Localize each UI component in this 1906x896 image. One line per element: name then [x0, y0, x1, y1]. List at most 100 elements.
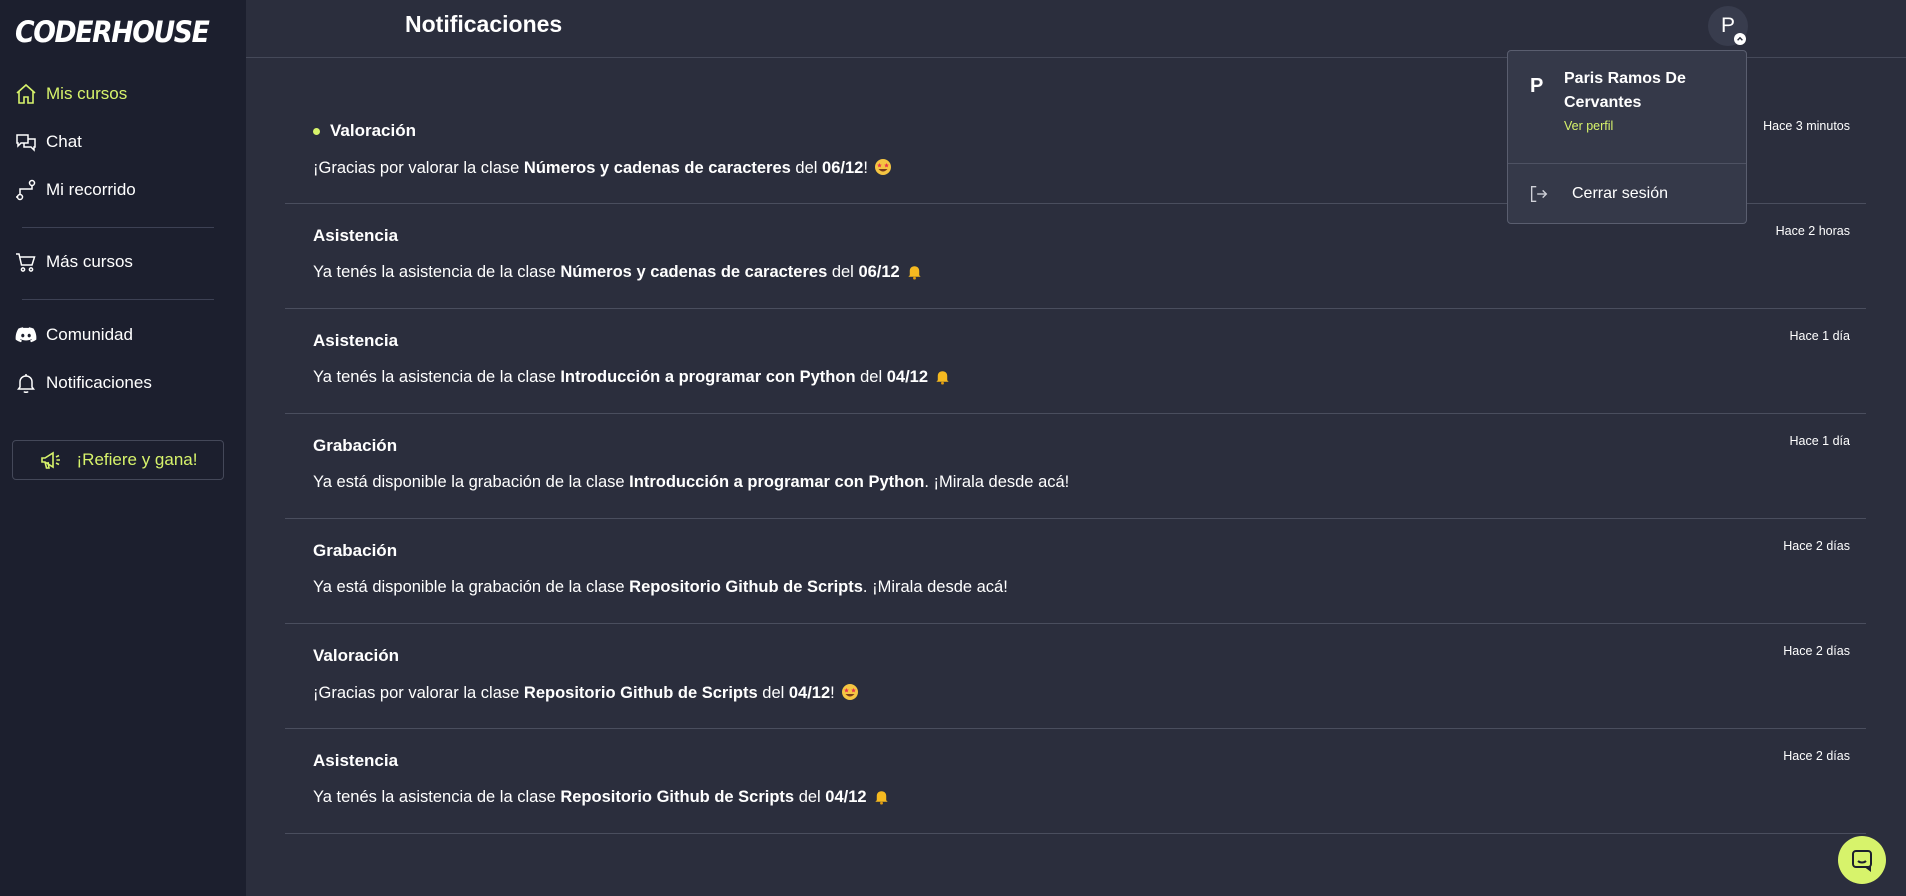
notification-message: ¡Gracias por valorar la clase Repositori… — [313, 683, 859, 706]
notification-title: Valoración — [313, 121, 416, 141]
notification-time: Hace 2 horas — [1775, 224, 1850, 238]
message-highlight: Repositorio Github de Scripts — [523, 684, 758, 702]
message-highlight: 04/12 — [825, 788, 867, 806]
discord-icon — [14, 323, 38, 347]
message-text: del — [790, 159, 823, 177]
bell-icon — [14, 371, 38, 395]
message-text: del — [855, 368, 887, 386]
sidebar-item-label: Notificaciones — [46, 373, 152, 392]
notification-time: Hace 3 minutos — [1763, 119, 1850, 133]
message-text: del — [757, 684, 789, 702]
message-highlight: Números y cadenas de caracteres — [523, 159, 791, 177]
message-text: del — [794, 788, 826, 806]
notification-item[interactable]: Asistencia Hace 1 día Ya tenés la asistenc… — [285, 309, 1866, 414]
notification-time: Hace 2 días — [1783, 539, 1850, 553]
message-highlight: Repositorio Github de Scripts — [629, 578, 863, 596]
sidebar-item-mis-cursos[interactable]: Mis cursos — [14, 79, 127, 109]
unread-dot — [313, 127, 320, 135]
notification-title: Grabación — [313, 541, 397, 561]
message-text: Ya está disponible la grabación de la cl… — [313, 473, 630, 491]
logout-icon — [1528, 183, 1550, 205]
notification-item[interactable]: Valoración Hace 2 días ¡Gracias por valora… — [285, 624, 1866, 729]
dropdown-divider — [1508, 163, 1746, 164]
notification-title-text: Grabación — [313, 541, 398, 560]
notification-message: ¡Gracias por valorar la clase Números y … — [313, 158, 892, 181]
notification-message: Ya está disponible la grabación de la cl… — [313, 473, 1069, 492]
refer-label: ¡Refiere y gana! — [76, 450, 198, 469]
notification-title: Asistencia — [313, 226, 398, 246]
sidebar-item-label: Comunidad — [46, 325, 133, 344]
message-highlight: 06/12 — [822, 159, 864, 177]
sidebar-item-label: Chat — [46, 132, 82, 151]
sidebar-item-notificaciones[interactable]: Notificaciones — [14, 368, 152, 398]
message-text: ! — [830, 684, 835, 702]
chat-bubble-icon — [1849, 847, 1875, 873]
message-highlight: Números y cadenas de caracteres — [560, 263, 828, 281]
profile-initial: P — [1530, 75, 1544, 97]
bell-emoji-icon — [906, 263, 923, 285]
notification-time: Hace 2 días — [1783, 644, 1850, 658]
message-highlight: Repositorio Github de Scripts — [560, 788, 795, 806]
star-eyes-emoji-icon — [874, 158, 892, 181]
message-highlight: 06/12 — [858, 263, 900, 281]
notification-message: Ya tenés la asistencia de la clase Repos… — [313, 788, 890, 810]
notification-message: Ya está disponible la grabación de la cl… — [313, 578, 1008, 597]
refer-button[interactable]: ¡Refiere y gana! — [12, 440, 224, 480]
sidebar-item-label: Más cursos — [46, 252, 133, 271]
star-eyes-emoji-icon — [841, 683, 859, 706]
profile-dropdown: P Paris Ramos De Cervantes Ver perfil Ce… — [1507, 50, 1747, 224]
message-highlight: Introducción a programar con Python — [560, 368, 856, 386]
notification-title-text: Asistencia — [313, 751, 399, 770]
message-highlight: 04/12 — [886, 368, 929, 386]
notification-title: Asistencia — [313, 751, 398, 771]
notification-title-text: Valoración — [313, 646, 399, 665]
logo[interactable]: CODERHOUSE — [15, 15, 210, 49]
sidebar-item-label: Mis cursos — [46, 84, 128, 103]
message-text: . ¡Mirala desde acá! — [862, 578, 1008, 596]
notification-item[interactable]: Asistencia Hace 2 días Ya tenés la asisten… — [285, 729, 1866, 834]
message-text: Ya tenés la asistencia de la clase — [313, 263, 561, 281]
notification-message: Ya tenés la asistencia de la clase Númer… — [313, 263, 923, 285]
profile-name: Paris Ramos De Cervantes — [1564, 70, 1686, 111]
megaphone-icon — [39, 448, 63, 472]
sidebar-item-mi-recorrido[interactable]: Mi recorrido — [14, 175, 136, 205]
logout-label: Cerrar sesión — [1572, 185, 1669, 202]
notification-time: Hace 1 día — [1789, 434, 1850, 448]
message-highlight: Introducción a programar con Python — [629, 473, 925, 491]
message-highlight: 04/12 — [788, 684, 831, 702]
notification-title-text: Asistencia — [313, 226, 399, 245]
notification-title-text: Grabación — [313, 436, 398, 455]
notification-title-text: Valoración — [330, 121, 416, 140]
notification-time: Hace 1 día — [1789, 329, 1850, 343]
logout-button[interactable]: Cerrar sesión — [1528, 179, 1668, 209]
view-profile-link[interactable]: Ver perfil — [1564, 119, 1613, 133]
sidebar-item-chat[interactable]: Chat — [14, 127, 82, 157]
notification-title: Asistencia — [313, 331, 398, 351]
message-text: . ¡Mirala desde acá! — [924, 473, 1070, 491]
notification-title-text: Asistencia — [313, 331, 399, 350]
chat-widget-button[interactable] — [1838, 836, 1886, 884]
sidebar-item-mas-cursos[interactable]: Más cursos — [14, 247, 133, 277]
message-text: Ya tenés la asistencia de la clase — [313, 788, 561, 806]
cart-icon — [14, 250, 38, 274]
notification-title: Grabación — [313, 436, 397, 456]
message-text: Ya tenés la asistencia de la clase — [313, 368, 561, 386]
notification-message: Ya tenés la asistencia de la clase Intro… — [313, 368, 951, 390]
chevron-up-icon[interactable] — [1734, 33, 1746, 45]
bell-emoji-icon — [934, 368, 951, 390]
notification-title: Valoración — [313, 646, 399, 666]
notification-item[interactable]: Grabación Hace 2 días Ya está disponible l… — [285, 519, 1866, 624]
sidebar-divider — [22, 227, 214, 228]
sidebar-item-comunidad[interactable]: Comunidad — [14, 320, 133, 350]
message-text: ¡Gracias por valorar la clase — [313, 159, 524, 177]
message-text: del — [827, 263, 859, 281]
message-text: Ya está disponible la grabación de la cl… — [313, 578, 630, 596]
sidebar-item-label: Mi recorrido — [46, 180, 136, 199]
notification-time: Hace 2 días — [1783, 749, 1850, 763]
chat-icon — [14, 130, 38, 154]
route-icon — [14, 178, 38, 202]
sidebar-divider — [22, 299, 214, 300]
message-text: ¡Gracias por valorar la clase — [313, 684, 524, 702]
bell-emoji-icon — [873, 788, 890, 810]
notification-item[interactable]: Grabación Hace 1 día Ya está disponible la… — [285, 414, 1866, 519]
